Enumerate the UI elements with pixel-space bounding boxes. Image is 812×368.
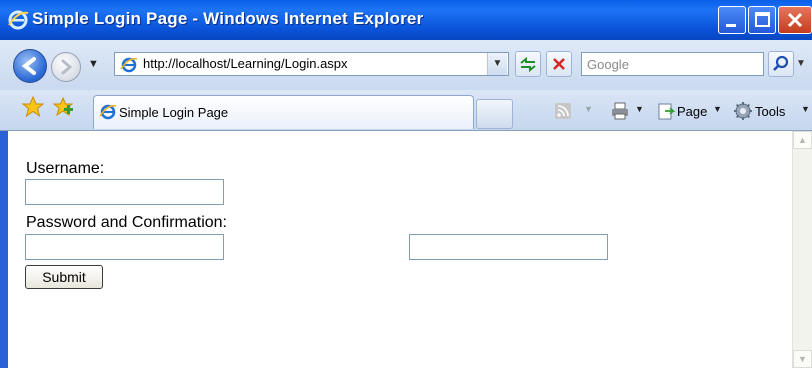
tab-simple-login-page[interactable]: Simple Login Page xyxy=(93,95,474,129)
print-icon[interactable] xyxy=(610,101,630,121)
print-dropdown[interactable]: ▼ xyxy=(635,104,644,114)
add-favorites-icon[interactable] xyxy=(52,96,74,118)
vertical-scrollbar[interactable]: ▲ ▼ xyxy=(792,131,812,368)
address-dropdown[interactable]: ▼ xyxy=(487,53,507,75)
username-input[interactable] xyxy=(25,179,224,205)
back-icon xyxy=(21,57,36,75)
maximize-icon xyxy=(755,12,770,27)
tab-label: Simple Login Page xyxy=(119,105,229,120)
submit-button[interactable]: Submit xyxy=(25,265,103,289)
search-icon xyxy=(773,55,789,71)
search-placeholder: Google xyxy=(587,57,629,72)
tab-ie-icon xyxy=(99,104,117,120)
search-box[interactable]: Google xyxy=(581,52,764,76)
minimize-icon xyxy=(726,24,736,27)
scroll-down-button[interactable]: ▼ xyxy=(793,350,812,368)
window-frame-left xyxy=(0,131,8,368)
forward-button[interactable] xyxy=(51,52,81,82)
username-label: Username: xyxy=(26,160,105,177)
search-options-dropdown[interactable]: ▼ xyxy=(796,58,806,69)
forward-icon xyxy=(61,59,73,75)
page-icon xyxy=(658,103,676,120)
scroll-up-button[interactable]: ▲ xyxy=(793,131,812,149)
recent-pages-dropdown[interactable]: ▼ xyxy=(88,58,99,70)
rss-feed-icon[interactable] xyxy=(553,101,573,121)
stop-icon xyxy=(553,58,565,70)
maximize-button[interactable] xyxy=(748,6,776,34)
rss-dropdown[interactable]: ▼ xyxy=(584,104,593,114)
back-button[interactable] xyxy=(13,49,47,83)
window-title: Simple Login Page - Windows Internet Exp… xyxy=(32,9,424,28)
address-bar[interactable]: http://localhost/Learning/Login.aspx xyxy=(114,52,509,76)
address-url: http://localhost/Learning/Login.aspx xyxy=(143,56,348,71)
page-ie-icon xyxy=(120,57,138,73)
password-input[interactable] xyxy=(25,234,224,260)
refresh-button[interactable] xyxy=(515,51,541,77)
confirm-password-input[interactable] xyxy=(409,234,608,260)
refresh-icon xyxy=(520,56,536,73)
password-label: Password and Confirmation: xyxy=(26,214,227,231)
favorites-star-icon[interactable] xyxy=(22,96,44,118)
close-button[interactable] xyxy=(778,6,812,34)
stop-button[interactable] xyxy=(546,51,572,77)
ie-logo-icon xyxy=(8,10,29,30)
ie-window: Simple Login Page - Windows Internet Exp… xyxy=(0,0,812,368)
minimize-button[interactable] xyxy=(718,6,746,34)
tools-gear-icon xyxy=(734,102,752,120)
page-dropdown[interactable]: ▼ xyxy=(713,104,722,114)
tools-menu[interactable]: Tools xyxy=(755,104,785,119)
search-button[interactable] xyxy=(768,51,794,77)
tools-dropdown[interactable]: ▼ xyxy=(801,104,810,114)
close-icon xyxy=(787,12,803,28)
page-menu[interactable]: Page xyxy=(677,104,707,119)
new-tab-button[interactable] xyxy=(476,99,513,129)
